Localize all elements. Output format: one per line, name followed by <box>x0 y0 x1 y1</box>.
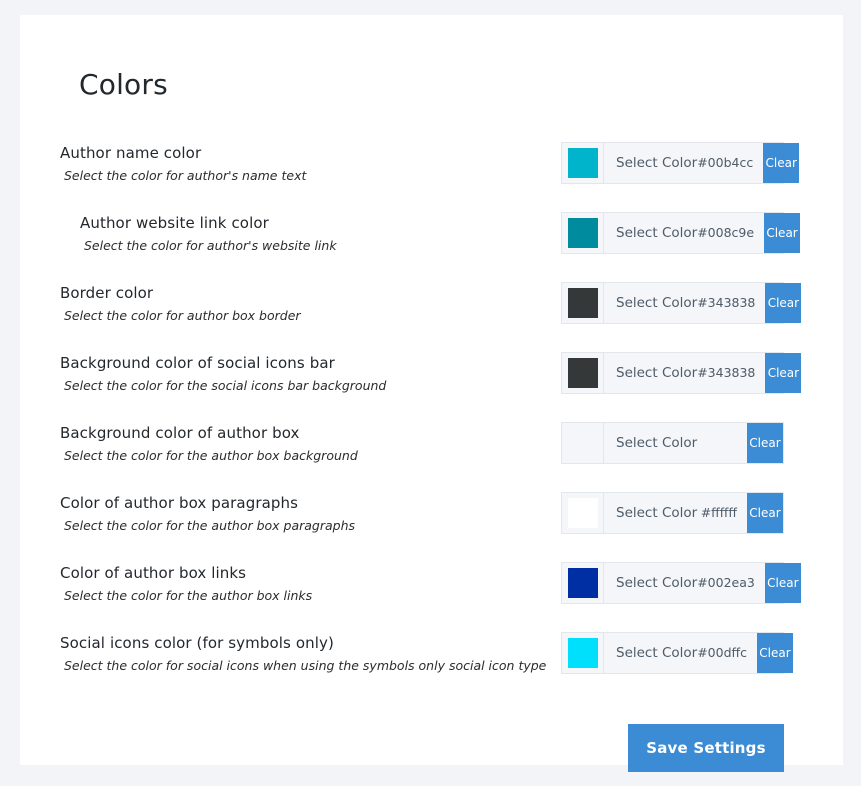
clear-color-button[interactable]: Clear <box>757 632 793 673</box>
color-setting-labels: Author name color Select the color for au… <box>60 140 306 185</box>
color-setting-title: Author website link color <box>80 213 269 232</box>
color-setting-labels: Social icons color (for symbols only) Sel… <box>60 630 546 675</box>
select-color-label[interactable]: Select Color <box>604 353 697 393</box>
settings-page: Colors Author name color Select the color… <box>0 0 861 786</box>
color-picker-control[interactable]: Select Color #008c9e Clear <box>561 211 801 254</box>
clear-color-button[interactable]: Clear <box>765 352 802 393</box>
color-setting-description: Select the color for author's name text <box>64 167 307 183</box>
color-setting-row: Social icons color (for symbols only) Sel… <box>60 630 803 700</box>
color-picker-control[interactable]: Select Color #00dffc Clear <box>561 631 793 674</box>
color-setting-title: Color of author box links <box>60 563 247 582</box>
color-swatch-button[interactable] <box>562 212 604 253</box>
color-swatch-button[interactable] <box>562 282 604 323</box>
color-swatch-button[interactable] <box>562 632 604 673</box>
clear-color-button[interactable]: Clear <box>747 492 783 533</box>
color-hex-value: #002ea3 <box>697 575 755 591</box>
color-hex-value: #00b4cc <box>697 155 754 171</box>
color-setting-title: Color of author box paragraphs <box>60 493 299 512</box>
color-picker-control[interactable]: Select Color Clear <box>561 421 784 464</box>
color-swatch-button[interactable] <box>562 562 604 603</box>
color-setting-row: Author name color Select the color for au… <box>60 140 803 210</box>
color-swatch <box>567 217 598 248</box>
color-setting-row: Color of author box links Select the colo… <box>60 560 803 630</box>
color-setting-title: Border color <box>60 283 154 302</box>
color-swatch-button[interactable] <box>562 142 604 183</box>
color-picker-control[interactable]: Select Color #343838 Clear <box>561 351 802 394</box>
color-setting-labels: Color of author box links Select the colo… <box>60 560 312 605</box>
color-swatch-button[interactable] <box>562 352 604 393</box>
clear-color-button[interactable]: Clear <box>764 562 801 603</box>
color-hex-value <box>737 423 747 463</box>
color-setting-description: Select the color for author box border <box>64 307 301 323</box>
color-setting-description: Select the color for social icons when u… <box>64 657 547 673</box>
select-color-label[interactable]: Select Color <box>604 423 737 463</box>
color-settings-list: Author name color Select the color for au… <box>60 140 803 700</box>
color-picker-control[interactable]: Select Color #343838 Clear <box>561 281 802 324</box>
color-hex-value: #00dffc <box>697 645 747 661</box>
select-color-label[interactable]: Select Color <box>604 213 697 253</box>
color-hex-value: #343838 <box>697 365 756 381</box>
color-setting-row: Background color of social icons bar Sele… <box>60 350 803 420</box>
color-setting-description: Select the color for the author box para… <box>64 517 356 533</box>
select-color-label[interactable]: Select Color <box>604 283 697 323</box>
page-title: Colors <box>79 68 168 101</box>
color-swatch <box>568 428 598 458</box>
settings-card: Colors Author name color Select the color… <box>20 15 843 772</box>
color-setting-title: Social icons color (for symbols only) <box>60 633 334 652</box>
save-settings-button[interactable]: Save Settings <box>628 723 784 772</box>
color-setting-title: Background color of social icons bar <box>60 353 335 372</box>
color-swatch <box>567 357 598 388</box>
select-color-label[interactable]: Select Color <box>604 563 697 603</box>
color-setting-labels: Author website link color Select the colo… <box>60 210 337 255</box>
color-setting-description: Select the color for the author box back… <box>64 447 358 463</box>
color-swatch <box>567 497 598 528</box>
select-color-label[interactable]: Select Color <box>604 493 701 533</box>
color-setting-labels: Background color of social icons bar Sele… <box>60 350 386 395</box>
clear-color-button[interactable]: Clear <box>747 422 783 463</box>
color-setting-labels: Background color of author box Select the… <box>60 420 358 465</box>
clear-color-button[interactable]: Clear <box>763 142 800 183</box>
color-setting-row: Author website link color Select the colo… <box>60 210 803 280</box>
color-setting-row: Border color Select the color for author … <box>60 280 803 350</box>
color-swatch-button[interactable] <box>562 422 604 463</box>
color-picker-control[interactable]: Select Color #00b4cc Clear <box>561 141 800 184</box>
color-hex-value: #ffffff <box>700 505 737 521</box>
color-setting-row: Background color of author box Select the… <box>60 420 803 490</box>
color-picker-control[interactable]: Select Color #002ea3 Clear <box>561 561 801 604</box>
clear-color-button[interactable]: Clear <box>765 282 802 323</box>
select-color-label[interactable]: Select Color <box>604 143 697 183</box>
color-swatch-button[interactable] <box>562 492 604 533</box>
color-swatch <box>567 567 598 598</box>
color-setting-labels: Color of author box paragraphs Select the… <box>60 490 355 535</box>
color-setting-labels: Border color Select the color for author … <box>60 280 301 325</box>
color-hex-value: #008c9e <box>697 225 755 241</box>
color-swatch <box>567 637 598 668</box>
color-setting-description: Select the color for author's website li… <box>84 237 337 253</box>
clear-color-button[interactable]: Clear <box>764 212 801 253</box>
color-swatch <box>567 147 598 178</box>
color-setting-row: Color of author box paragraphs Select the… <box>60 490 803 560</box>
select-color-label[interactable]: Select Color <box>604 633 697 673</box>
color-swatch <box>567 287 598 318</box>
form-footer: Save Settings <box>60 723 803 772</box>
color-setting-description: Select the color for the social icons ba… <box>64 377 387 393</box>
color-setting-title: Background color of author box <box>60 423 300 442</box>
color-picker-control[interactable]: Select Color #ffffff Clear <box>561 491 784 534</box>
color-setting-description: Select the color for the author box link… <box>64 587 313 603</box>
color-setting-title: Author name color <box>60 143 202 162</box>
color-hex-value: #343838 <box>697 295 756 311</box>
